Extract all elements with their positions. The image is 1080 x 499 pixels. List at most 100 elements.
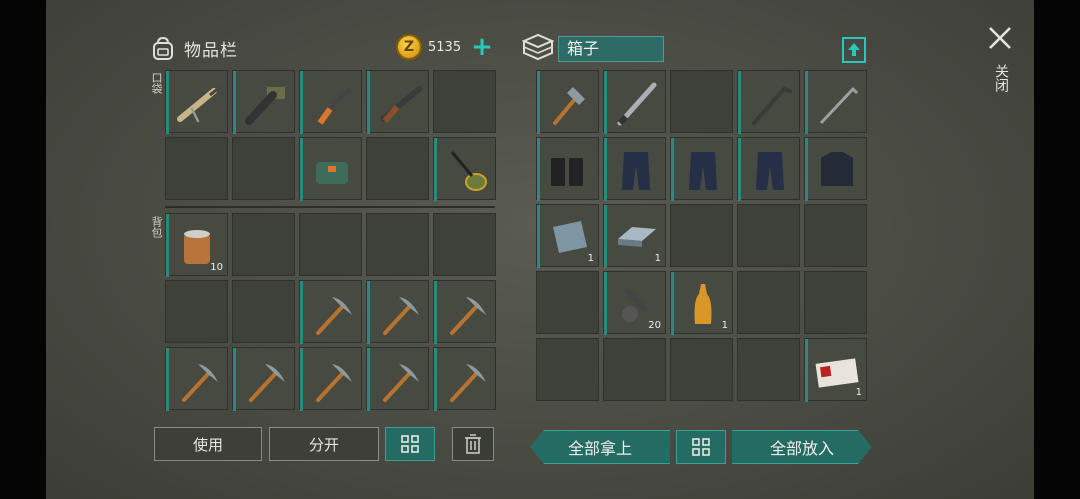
backpack-slot[interactable] bbox=[232, 280, 295, 343]
durability-bar bbox=[805, 138, 808, 201]
backpack-slot[interactable] bbox=[433, 347, 496, 411]
put-all-button[interactable]: 全部放入 bbox=[732, 430, 872, 464]
backpack-slot[interactable] bbox=[366, 213, 429, 276]
box-slot[interactable] bbox=[536, 271, 599, 334]
inventory-header: 物品栏 bbox=[150, 35, 238, 61]
box-slot[interactable] bbox=[536, 338, 599, 401]
backpack-slot[interactable] bbox=[433, 280, 496, 344]
backpack-slot[interactable] bbox=[165, 280, 228, 343]
durability-bar bbox=[805, 339, 808, 402]
durability-bar bbox=[367, 71, 370, 134]
box-slot[interactable] bbox=[670, 204, 733, 267]
pocket-slot[interactable] bbox=[433, 137, 496, 201]
backpack-slot[interactable] bbox=[165, 347, 228, 411]
durability-bar bbox=[367, 281, 370, 344]
box-slot[interactable] bbox=[804, 271, 867, 334]
durability-bar bbox=[537, 138, 540, 201]
sort-inventory-button[interactable] bbox=[385, 427, 435, 461]
coin-icon: Z bbox=[396, 34, 422, 60]
box-slot[interactable] bbox=[804, 137, 867, 201]
durability-bar bbox=[604, 272, 607, 335]
durability-bar bbox=[604, 71, 607, 134]
item-count: 1 bbox=[587, 253, 594, 264]
box-slot[interactable] bbox=[603, 137, 666, 201]
box-grid: 1 1 20 1 1 bbox=[536, 70, 867, 402]
split-button[interactable]: 分开 bbox=[269, 427, 379, 461]
right-letterbox bbox=[1034, 0, 1080, 499]
item-count: 1 bbox=[654, 253, 661, 264]
container-title: 箱子 bbox=[558, 36, 664, 62]
sort-box-button[interactable] bbox=[676, 430, 726, 464]
pocket-slot[interactable] bbox=[299, 137, 362, 201]
pocket-slot[interactable] bbox=[165, 137, 228, 200]
box-slot[interactable]: 1 bbox=[804, 338, 867, 402]
pocket-slot[interactable] bbox=[299, 70, 362, 134]
durability-bar bbox=[805, 71, 808, 134]
box-slot[interactable] bbox=[737, 137, 800, 201]
durability-bar bbox=[434, 281, 437, 344]
durability-bar bbox=[738, 138, 741, 201]
close-icon[interactable] bbox=[986, 24, 1014, 52]
durability-bar bbox=[166, 71, 169, 134]
take-all-button[interactable]: 全部拿上 bbox=[530, 430, 670, 464]
backpack-slot[interactable] bbox=[299, 213, 362, 276]
trash-icon bbox=[463, 433, 483, 455]
box-slot[interactable] bbox=[804, 204, 867, 267]
box-slot[interactable] bbox=[536, 137, 599, 201]
box-slot[interactable] bbox=[603, 70, 666, 134]
box-slot[interactable] bbox=[536, 70, 599, 134]
box-slot[interactable] bbox=[670, 338, 733, 401]
box-slot[interactable] bbox=[804, 70, 867, 134]
box-slot[interactable]: 1 bbox=[603, 204, 666, 268]
pocket-grid bbox=[165, 70, 496, 201]
pocket-slot[interactable] bbox=[433, 70, 496, 133]
item-count: 10 bbox=[210, 262, 223, 273]
backpack-slot[interactable]: 10 bbox=[165, 213, 228, 277]
durability-bar bbox=[166, 348, 169, 411]
box-slot[interactable] bbox=[737, 338, 800, 401]
item-count: 1 bbox=[721, 320, 728, 331]
left-letterbox bbox=[0, 0, 46, 499]
use-button[interactable]: 使用 bbox=[154, 427, 262, 461]
backpack-slot[interactable] bbox=[299, 347, 362, 411]
box-slot[interactable]: 1 bbox=[670, 271, 733, 335]
inventory-title: 物品栏 bbox=[184, 40, 238, 61]
durability-bar bbox=[300, 71, 303, 134]
backpack-slot[interactable] bbox=[366, 347, 429, 411]
box-icon bbox=[521, 32, 555, 62]
durability-bar bbox=[434, 348, 437, 411]
pocket-slot[interactable] bbox=[232, 137, 295, 200]
backpack-slot[interactable] bbox=[232, 213, 295, 276]
box-slot[interactable]: 1 bbox=[536, 204, 599, 268]
durability-bar bbox=[300, 138, 303, 201]
box-icon-wrap bbox=[521, 32, 555, 62]
backpack-slot[interactable] bbox=[366, 280, 429, 344]
section-divider bbox=[165, 206, 495, 208]
durability-bar bbox=[604, 205, 607, 268]
pocket-slot[interactable] bbox=[232, 70, 295, 134]
durability-bar bbox=[537, 205, 540, 268]
backpack-slot[interactable] bbox=[433, 213, 496, 276]
durability-bar bbox=[604, 138, 607, 201]
box-slot[interactable] bbox=[670, 137, 733, 201]
backpack-slot[interactable] bbox=[232, 347, 295, 411]
backpack-grid: 10 bbox=[165, 213, 496, 411]
backpack-slot[interactable] bbox=[299, 280, 362, 344]
pocket-slot[interactable] bbox=[366, 137, 429, 200]
pocket-slot[interactable] bbox=[366, 70, 429, 134]
box-slot[interactable] bbox=[737, 271, 800, 334]
box-slot[interactable] bbox=[737, 204, 800, 267]
box-slot[interactable] bbox=[737, 70, 800, 134]
upload-icon[interactable] bbox=[842, 37, 866, 63]
box-slot[interactable] bbox=[603, 338, 666, 401]
pocket-slot[interactable] bbox=[165, 70, 228, 134]
durability-bar bbox=[300, 348, 303, 411]
discard-button[interactable] bbox=[452, 427, 494, 461]
pocket-label: 口袋 bbox=[150, 72, 163, 94]
add-money-button[interactable]: + bbox=[471, 34, 493, 60]
box-slot[interactable]: 20 bbox=[603, 271, 666, 335]
item-count: 20 bbox=[648, 320, 661, 331]
durability-bar bbox=[166, 214, 169, 277]
close-label[interactable]: 关闭 bbox=[991, 64, 1011, 92]
box-slot[interactable] bbox=[670, 70, 733, 133]
